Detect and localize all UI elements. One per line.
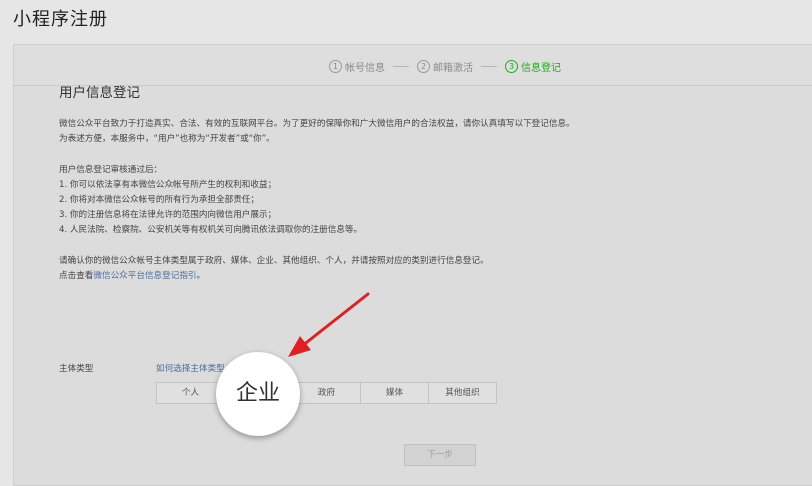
registration-content: 用户信息登记 微信公众平台致力于打造真实、合法、有效的互联网平台。为了更好的保障… (59, 84, 759, 284)
step-label: 邮箱激活 (433, 62, 473, 74)
step-number: 1 (329, 59, 342, 73)
intro-text: 微信公众平台致力于打造真实、合法、有效的互联网平台。为了更好的保障你和广大微信用… (59, 119, 575, 129)
step-indicator: 1 帐号信息 2 邮箱激活 3 信息登记 (329, 59, 561, 74)
step-divider (393, 65, 409, 67)
section-title: 用户信息登记 (59, 85, 140, 101)
guide-prefix: 点击查看 (59, 271, 94, 281)
step-email-activation: 2 邮箱激活 (417, 59, 473, 74)
step-label: 帐号信息 (345, 62, 385, 74)
magnifier-callout: 企业 (216, 352, 300, 436)
steps-bar: 1 帐号信息 2 邮箱激活 3 信息登记 (14, 45, 812, 86)
type-option-media[interactable]: 媒体 (361, 383, 429, 403)
confirm-text: 请确认你的微信公众帐号主体类型属于政府、媒体、企业、其他组织、个人，并请按照对应… (59, 256, 489, 266)
magnifier-label: 企业 (235, 381, 280, 406)
benefit-item: 1. 你可以依法享有本微信公众帐号所产生的权利和收益； (59, 180, 277, 190)
step-account-info: 1 帐号信息 (329, 59, 385, 74)
benefits-title: 用户信息登记审核通过后： (59, 165, 163, 175)
step-label: 信息登记 (521, 62, 561, 74)
page-title: 小程序注册 (13, 9, 108, 30)
type-option-government[interactable]: 政府 (293, 383, 361, 403)
guide-line: 点击查看微信公众平台信息登记指引。 (59, 269, 759, 284)
type-selector: 个人 企业 政府 媒体 其他组织 (156, 382, 497, 404)
benefit-item: 2. 你将对本微信公众帐号的所有行为承担全部责任； (59, 195, 259, 205)
benefit-item: 4. 人民法院、检察院、公安机关等有权机关可向腾讯依法调取你的注册信息等。 (59, 225, 363, 235)
guide-suffix: 。 (196, 271, 206, 281)
guide-link[interactable]: 微信公众平台信息登记指引 (93, 271, 196, 281)
type-option-individual[interactable]: 个人 (157, 383, 225, 403)
intro-text: 为表述方便，本服务中，“用户”也称为“开发者”或“你”。 (59, 134, 275, 144)
step-number: 2 (417, 59, 430, 73)
step-divider (481, 65, 497, 67)
type-option-other-org[interactable]: 其他组织 (429, 383, 496, 403)
next-button[interactable]: 下一步 (404, 444, 476, 466)
step-info-registration: 3 信息登记 (505, 59, 561, 74)
step-number: 3 (505, 59, 518, 73)
type-label: 主体类型 (59, 364, 94, 374)
type-help-link[interactable]: 如何选择主体类型 (156, 362, 225, 374)
benefit-item: 3. 你的注册信息将在法律允许的范围内向微信用户展示； (59, 210, 277, 220)
